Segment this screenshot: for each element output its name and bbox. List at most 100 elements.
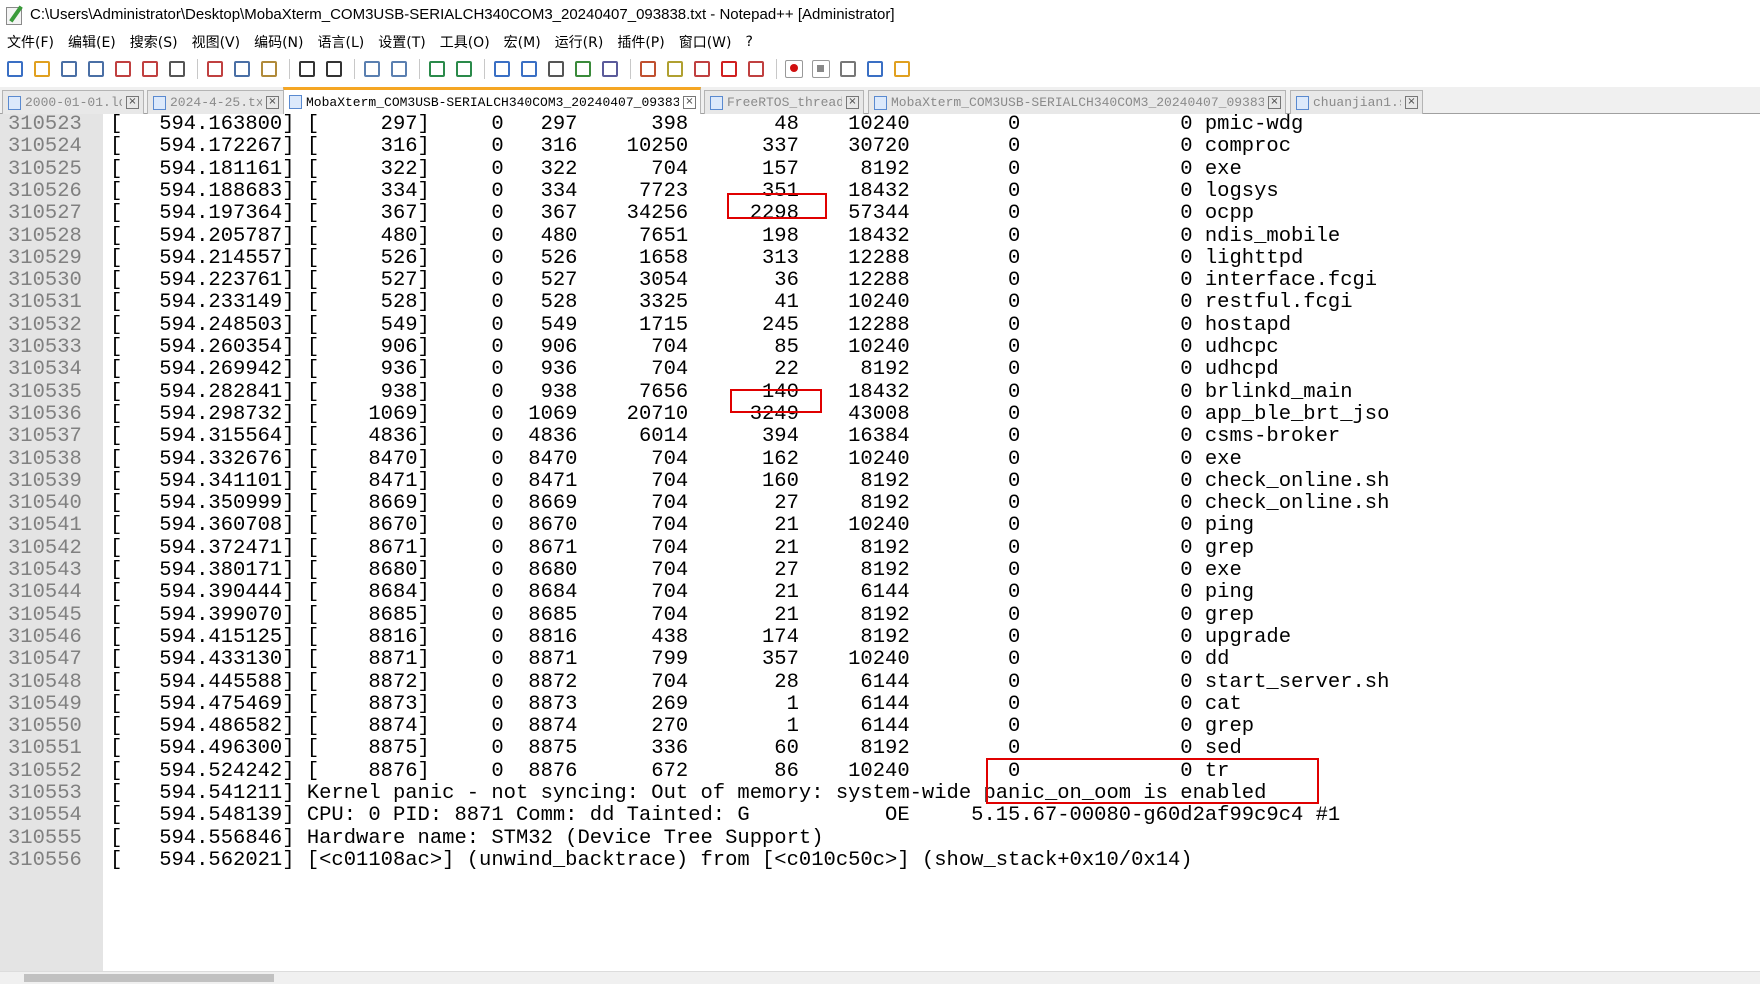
save-all-icon[interactable] [84, 58, 107, 80]
tab-close-icon[interactable]: × [266, 96, 279, 109]
editor-line[interactable]: 310549 [ 594.475469] [ 8873] 0 8873 269 1… [0, 692, 1760, 717]
editor-area[interactable]: 310523[ 594.163800] [ 297] 0 297 398 48 … [0, 114, 1760, 971]
editor-line[interactable]: 310534 [ 594.269942] [ 936] 0 936 704 22 … [0, 357, 1760, 382]
menu-item-8[interactable]: 宏(M) [497, 32, 548, 52]
horizontal-scrollbar[interactable] [0, 971, 1760, 984]
editor-line[interactable]: 310528 [ 594.205787] [ 480] 0 480 7651 19… [0, 224, 1760, 249]
undo-icon[interactable] [295, 58, 318, 80]
editor-line[interactable]: 310537 [ 594.315564] [ 4836] 0 4836 6014 … [0, 424, 1760, 449]
editor-line[interactable]: 310554 [ 594.548139] CPU: 0 PID: 8871 Com… [0, 803, 1760, 828]
menu-item-7[interactable]: 工具(O) [433, 32, 497, 52]
editor-line[interactable]: 310553[ 594.541211] Kernel panic - not s… [0, 781, 1760, 806]
line-text: [ 594.233149] [ 528] 0 528 3325 41 10240… [110, 291, 1353, 315]
folder-workspace-icon[interactable] [717, 58, 740, 80]
editor-line[interactable]: 310548 [ 594.445588] [ 8872] 0 8872 704 2… [0, 670, 1760, 695]
tab-3[interactable]: FreeRTOS_thread.c × [704, 90, 864, 114]
menu-item-9[interactable]: 运行(R) [548, 32, 611, 52]
menu-item-6[interactable]: 设置(T) [371, 32, 432, 52]
menu-bar: 文件(F) 编辑(E) 搜索(S) 视图(V) 编码(N) 语言(L) 设置(T) 工具(O)… [0, 29, 1760, 54]
tab-close-icon[interactable]: × [1405, 96, 1418, 109]
document-icon [874, 95, 887, 110]
editor-line[interactable]: 310530 [ 594.223761] [ 527] 0 527 3054 36… [0, 268, 1760, 293]
open-file-icon[interactable] [30, 58, 53, 80]
close-icon[interactable] [111, 58, 134, 80]
find-icon[interactable] [360, 58, 383, 80]
run-macro-multiple-icon[interactable] [863, 58, 886, 80]
editor-line[interactable]: 310540 [ 594.350999] [ 8669] 0 8669 704 2… [0, 491, 1760, 516]
line-number: 310526 [8, 179, 82, 203]
udl-icon[interactable] [636, 58, 659, 80]
play-macro-icon[interactable] [836, 58, 859, 80]
tab-2[interactable]: MobaXterm_COM3USB-SERIALCH340COM3_202404… [283, 87, 701, 114]
tab-5[interactable]: chuanjian1.sh × [1290, 90, 1423, 114]
menu-item-12[interactable]: ? [739, 34, 760, 50]
tab-close-icon[interactable]: × [683, 95, 696, 109]
toolbar-separator [630, 59, 631, 79]
line-number: 310541 [8, 514, 82, 538]
tab-close-icon[interactable]: × [846, 96, 859, 109]
print-icon[interactable] [165, 58, 188, 80]
close-all-icon[interactable] [138, 58, 161, 80]
zoom-in-icon[interactable] [425, 58, 448, 80]
editor-line[interactable]: 310550 [ 594.486582] [ 8874] 0 8874 270 1… [0, 714, 1760, 739]
sync-horizontal-icon[interactable] [517, 58, 540, 80]
zoom-out-icon[interactable] [452, 58, 475, 80]
monitor-icon[interactable] [744, 58, 767, 80]
editor-line[interactable]: 310526 [ 594.188683] [ 334] 0 334 7723 35… [0, 179, 1760, 204]
menu-item-5[interactable]: 语言(L) [311, 32, 372, 52]
function-list-icon[interactable] [690, 58, 713, 80]
editor-line[interactable]: 310531 [ 594.233149] [ 528] 0 528 3325 41… [0, 290, 1760, 315]
cut-icon[interactable] [203, 58, 226, 80]
tab-4[interactable]: MobaXterm_COM3USB-SERIALCH340COM3_202404… [868, 90, 1286, 114]
save-macro-icon[interactable] [890, 58, 913, 80]
editor-line[interactable]: 310555 [ 594.556846] Hardware name: STM32… [0, 826, 1760, 851]
editor-line[interactable]: 310532 [ 594.248503] [ 549] 0 549 1715 24… [0, 313, 1760, 338]
editor-line[interactable]: 310552[ 594.524242] [ 8876] 0 8876 672 8… [0, 759, 1760, 784]
editor-line[interactable]: 310547 [ 594.433130] [ 8871] 0 8871 799 3… [0, 647, 1760, 672]
menu-item-1[interactable]: 编辑(E) [61, 32, 123, 52]
editor-line[interactable]: 310544 [ 594.390444] [ 8684] 0 8684 704 2… [0, 580, 1760, 605]
sync-vertical-icon[interactable] [490, 58, 513, 80]
show-all-chars-icon[interactable] [571, 58, 594, 80]
new-file-icon[interactable] [3, 58, 26, 80]
line-text: [ 594.556846] Hardware name: STM32 (Devi… [110, 826, 824, 850]
editor-line[interactable]: 310546 [ 594.415125] [ 8816] 0 8816 438 1… [0, 625, 1760, 650]
editor-line[interactable]: 310536[ 594.298732] [ 1069] 0 1069 20710… [0, 402, 1760, 427]
menu-item-2[interactable]: 搜索(S) [123, 32, 185, 52]
tab-0[interactable]: 2000-01-01.log × [2, 90, 144, 114]
editor-line[interactable]: 310527 [ 594.197364] [ 367] 0 367 34256 2… [0, 201, 1760, 226]
editor-line[interactable]: 310524 [ 594.172267] [ 316] 0 316 10250 3… [0, 134, 1760, 159]
editor-line[interactable]: 310533 [ 594.260354] [ 906] 0 906 704 85 … [0, 335, 1760, 360]
menu-item-4[interactable]: 编码(N) [247, 32, 310, 52]
replace-icon[interactable] [387, 58, 410, 80]
line-text: [ 594.188683] [ 334] 0 334 7723 351 1843… [110, 179, 1279, 203]
indent-guide-icon[interactable] [598, 58, 621, 80]
editor-line[interactable]: 310543 [ 594.380171] [ 8680] 0 8680 704 2… [0, 558, 1760, 583]
editor-line[interactable]: 310542 [ 594.372471] [ 8671] 0 8671 704 2… [0, 536, 1760, 561]
editor-line[interactable]: 310529 [ 594.214557] [ 526] 0 526 1658 31… [0, 246, 1760, 271]
doc-map-icon[interactable] [663, 58, 686, 80]
tab-1[interactable]: 2024-4-25.txt × [147, 90, 284, 114]
redo-icon[interactable] [322, 58, 345, 80]
editor-line[interactable]: 310556 [ 594.562021] [<c01108ac>] (unwind… [0, 848, 1760, 873]
editor-line[interactable]: 310535[ 594.282841] [ 938] 0 938 7656 14… [0, 380, 1760, 405]
paste-icon[interactable] [257, 58, 280, 80]
menu-item-3[interactable]: 视图(V) [185, 32, 248, 52]
scrollbar-thumb[interactable] [24, 974, 274, 982]
editor-line[interactable]: 310539 [ 594.341101] [ 8471] 0 8471 704 1… [0, 469, 1760, 494]
menu-item-10[interactable]: 插件(P) [610, 32, 671, 52]
menu-item-0[interactable]: 文件(F) [0, 32, 61, 52]
word-wrap-icon[interactable] [544, 58, 567, 80]
record-macro-icon[interactable] [782, 58, 805, 80]
menu-item-11[interactable]: 窗口(W) [672, 32, 739, 52]
copy-icon[interactable] [230, 58, 253, 80]
stop-macro-icon[interactable] [809, 58, 832, 80]
editor-line[interactable]: 310525 [ 594.181161] [ 322] 0 322 704 157… [0, 157, 1760, 182]
editor-line[interactable]: 310538 [ 594.332676] [ 8470] 0 8470 704 1… [0, 447, 1760, 472]
editor-line[interactable]: 310545 [ 594.399070] [ 8685] 0 8685 704 2… [0, 603, 1760, 628]
editor-line[interactable]: 310551[ 594.496300] [ 8875] 0 8875 336 6… [0, 736, 1760, 761]
save-icon[interactable] [57, 58, 80, 80]
tab-close-icon[interactable]: × [126, 96, 139, 109]
editor-line[interactable]: 310541 [ 594.360708] [ 8670] 0 8670 704 2… [0, 513, 1760, 538]
tab-close-icon[interactable]: × [1268, 96, 1281, 109]
